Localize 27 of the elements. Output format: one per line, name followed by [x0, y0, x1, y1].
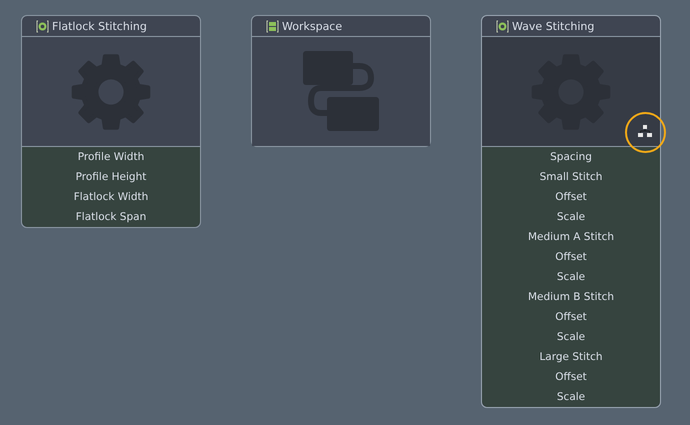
hierarchy-icon[interactable]	[638, 125, 652, 137]
parameter-label: Scale	[556, 330, 586, 345]
parameter-label: Offset	[554, 190, 588, 205]
parameter-label: Spacing	[549, 150, 593, 165]
parameter-label: Offset	[554, 250, 588, 265]
node-card[interactable]: Workspace	[251, 15, 431, 147]
gear-icon	[71, 52, 151, 132]
node-card[interactable]: Flatlock Stitching Profile Width Profile Height Flatlock Width Flatlock Span	[21, 15, 201, 228]
parameter-label: Small Stitch	[538, 170, 604, 185]
parameter-label: Medium B Stitch	[526, 290, 616, 305]
parameter-label: Scale	[556, 390, 586, 405]
gear-icon	[496, 20, 509, 32]
parameter-label: Profile Width	[76, 150, 146, 165]
parameter-label: Scale	[556, 210, 586, 225]
parameter-label: Scale	[556, 270, 586, 285]
parameter-label: Profile Height	[74, 170, 148, 185]
workspace-icon	[266, 20, 279, 32]
parameter-label: Large Stitch	[538, 350, 604, 365]
parameter-label: Offset	[554, 370, 588, 385]
node-title: Wave Stitching	[512, 20, 594, 32]
parameter-label: Flatlock Span	[74, 210, 148, 225]
gear-icon	[36, 20, 49, 32]
parameter-label: Flatlock Width	[72, 190, 150, 205]
node-title: Flatlock Stitching	[52, 20, 147, 32]
parameter-label: Offset	[554, 310, 588, 325]
node-title: Workspace	[282, 20, 342, 32]
parameter-label: Medium A Stitch	[526, 230, 616, 245]
